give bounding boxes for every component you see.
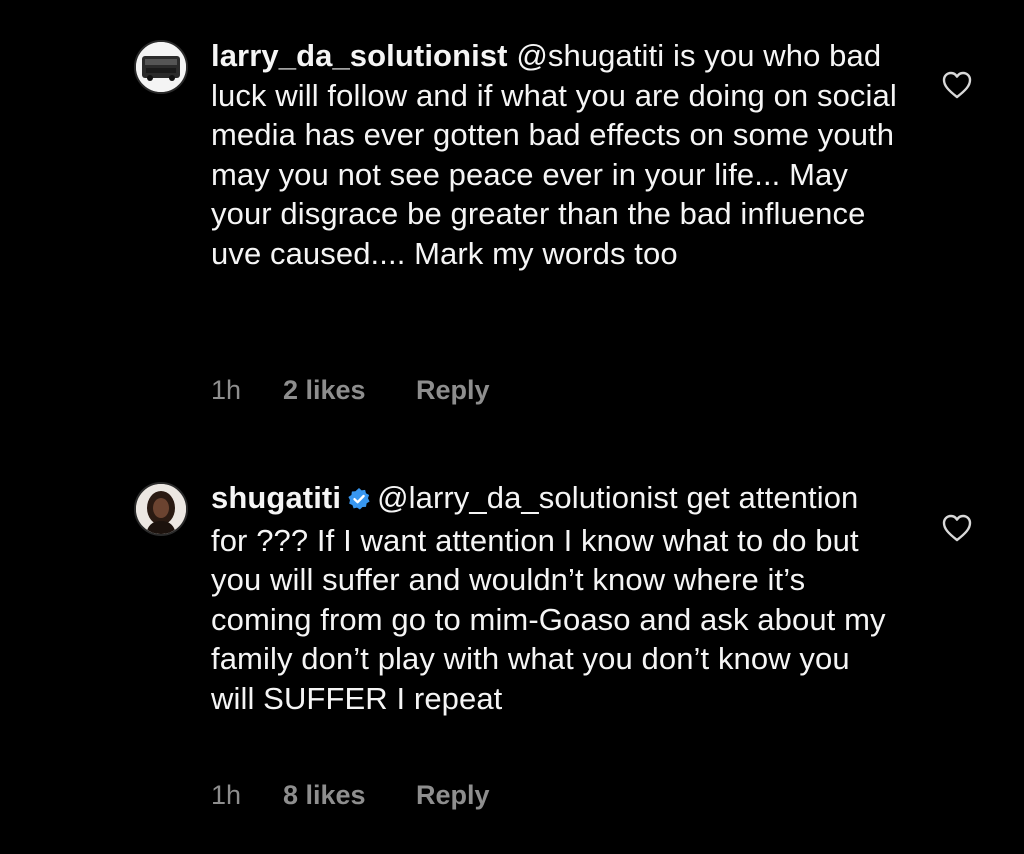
comment-mention[interactable]: @shugatiti: [516, 38, 664, 73]
avatar[interactable]: [134, 40, 188, 94]
comment-username[interactable]: shugatiti: [211, 480, 341, 515]
comment-body: shugatiti @larry_da_solutionist get atte…: [211, 478, 901, 718]
comment-mention[interactable]: @larry_da_solutionist: [377, 480, 678, 515]
avatar[interactable]: [134, 482, 188, 536]
car-photo-avatar: [136, 42, 186, 92]
comment-body: larry_da_solutionist @shugatiti is you w…: [211, 36, 901, 273]
verified-badge-icon: [347, 481, 371, 521]
comment-text: get attention for ??? If I want attentio…: [211, 480, 886, 716]
comment-likes[interactable]: 8 likes: [283, 780, 416, 811]
heart-icon[interactable]: [942, 71, 972, 99]
reply-button[interactable]: Reply: [416, 780, 490, 811]
comment-time: 1h: [211, 780, 242, 810]
comment-meta: 1h 2 likes Reply: [211, 375, 490, 406]
heart-icon[interactable]: [942, 514, 972, 542]
comment-likes[interactable]: 2 likes: [283, 375, 416, 406]
comment-username[interactable]: larry_da_solutionist: [211, 38, 508, 73]
comment-time: 1h: [211, 375, 242, 405]
comment-meta: 1h 8 likes Reply: [211, 780, 490, 811]
woman-portrait-avatar: [136, 484, 186, 534]
reply-button[interactable]: Reply: [416, 375, 490, 406]
